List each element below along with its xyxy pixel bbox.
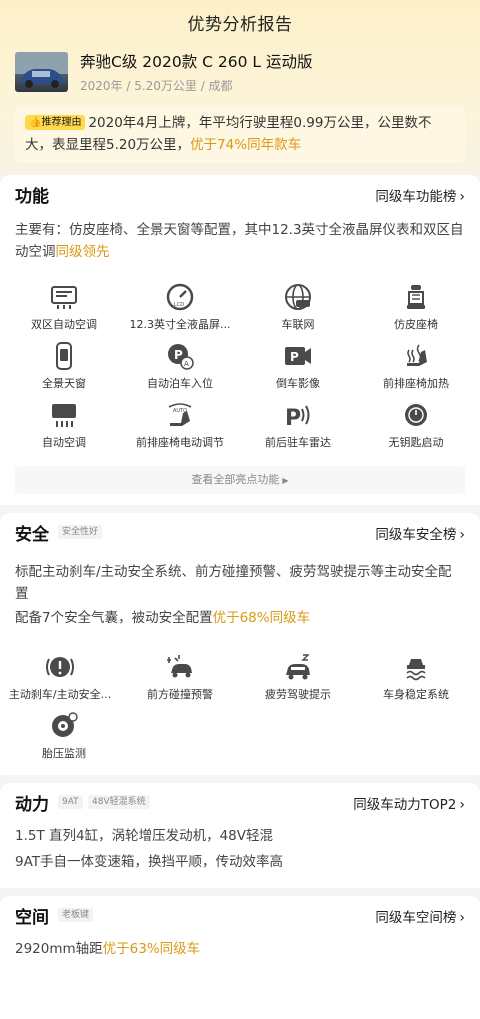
- chevron-right-icon: ›: [459, 527, 465, 543]
- space-tag: 老板键: [58, 908, 94, 922]
- keyless-start-icon: [401, 401, 431, 429]
- features-title: 功能: [15, 187, 49, 207]
- auto-park-icon: PA: [165, 342, 195, 370]
- safety-desc-active: 标配主动刹车/主动安全系统、前方碰撞预警、疲劳驾驶提示等主动安全配置: [15, 564, 452, 602]
- car-thumbnail[interactable]: [15, 52, 68, 92]
- power-tag-gearbox: 9AT: [58, 795, 83, 809]
- reason-highlight: 优于74%同年款车: [190, 137, 302, 153]
- feature-item[interactable]: AUTO 前排座椅电动调节: [120, 401, 240, 450]
- fatigue-alert-icon: [283, 653, 313, 681]
- connected-car-icon: [283, 283, 313, 311]
- leather-seat-icon: [401, 283, 431, 311]
- feature-item[interactable]: 仿皮座椅: [356, 283, 476, 332]
- active-brake-icon: [45, 653, 75, 681]
- parking-radar-icon: P: [283, 401, 313, 431]
- lcd-gauge-icon: LCD: [165, 283, 195, 311]
- collision-warning-icon: [165, 653, 195, 681]
- feature-item[interactable]: 自动空调: [4, 401, 124, 450]
- svg-text:A: A: [184, 360, 189, 368]
- power-desc-transmission: 9AT手自一体变速箱，换挡平顺，传动效率高: [15, 854, 284, 870]
- features-rank-link[interactable]: 同级车功能榜 ›: [375, 185, 465, 205]
- space-rank-link[interactable]: 同级车空间榜 ›: [375, 906, 465, 926]
- view-all-features-button[interactable]: 查看全部亮点功能 ▶: [15, 466, 465, 494]
- feature-item[interactable]: LCD 12.3英寸全液晶屏...: [120, 283, 240, 332]
- power-header: 动力 9AT 48V轻混系统 同级车动力TOP2 ›: [15, 783, 465, 823]
- safety-desc-passive: 配备7个安全气囊，被动安全配置优于68%同级车: [15, 610, 311, 626]
- feature-item[interactable]: P 前后驻车雷达: [238, 401, 358, 450]
- feature-item[interactable]: 车联网: [238, 283, 358, 332]
- space-title: 空间: [15, 908, 49, 928]
- safety-item[interactable]: 车身稳定系统: [356, 653, 476, 702]
- feature-item[interactable]: PA 自动泊车入位: [120, 342, 240, 391]
- feature-item[interactable]: 双区自动空调: [4, 283, 124, 332]
- feature-item[interactable]: 全景天窗: [4, 342, 124, 391]
- safety-item[interactable]: 主动刹车/主动安全...: [0, 653, 120, 702]
- space-card: 空间 老板键 同级车空间榜 › 2920mm轴距优于63%同级车: [0, 896, 480, 1019]
- recommend-reason: 👍推荐理由 2020年4月上牌，年平均行驶里程0.99万公里，公里数不大，表显里程…: [15, 105, 465, 163]
- header-area: 优势分析报告 奔驰C级 2020款 C 260 L 运动版 2020年 / 5.…: [0, 0, 480, 175]
- svg-text:LCD: LCD: [174, 302, 184, 308]
- safety-header: 安全 安全性好 同级车安全榜 ›: [15, 513, 465, 553]
- features-desc: 主要有：仿皮座椅、全景天窗等配置，其中12.3英寸全液晶屏仪表和双区自动空调同级…: [15, 222, 464, 260]
- space-header: 空间 老板键 同级车空间榜 ›: [15, 896, 465, 936]
- triangle-right-icon: ▶: [282, 476, 289, 485]
- space-desc: 2920mm轴距优于63%同级车: [15, 941, 201, 957]
- recommend-badge: 👍推荐理由: [25, 115, 86, 130]
- power-desc-engine: 1.5T 直列4缸，涡轮增压发动机，48V轻混: [15, 828, 274, 844]
- power-card: 动力 9AT 48V轻混系统 同级车动力TOP2 › 1.5T 直列4缸，涡轮增压…: [0, 783, 480, 888]
- safety-item[interactable]: 胎压监测: [4, 712, 124, 761]
- feature-item[interactable]: 前排座椅加热: [356, 342, 476, 391]
- safety-item[interactable]: 疲劳驾驶提示: [238, 653, 358, 702]
- reverse-camera-icon: P: [283, 342, 313, 370]
- power-tag-hybrid: 48V轻混系统: [88, 795, 150, 809]
- section-divider: [0, 505, 480, 513]
- stability-control-icon: [401, 653, 431, 681]
- safety-rank-link[interactable]: 同级车安全榜 ›: [375, 523, 465, 543]
- auto-ac-icon: [49, 401, 79, 429]
- features-card: 功能 同级车功能榜 › 主要有：仿皮座椅、全景天窗等配置，其中12.3英寸全液晶屏…: [0, 175, 480, 505]
- features-header: 功能 同级车功能榜 ›: [15, 175, 465, 215]
- section-divider: [0, 888, 480, 896]
- power-seat-icon: AUTO: [165, 401, 195, 429]
- panoramic-roof-icon: [49, 342, 79, 370]
- car-summary[interactable]: 奔驰C级 2020款 C 260 L 运动版 2020年 / 5.20万公里 /…: [15, 50, 465, 96]
- chevron-right-icon: ›: [459, 910, 465, 926]
- seat-heat-icon: [401, 342, 431, 370]
- chevron-right-icon: ›: [459, 797, 465, 813]
- car-meta: 2020年 / 5.20万公里 / 成都: [80, 79, 233, 93]
- safety-item[interactable]: 前方碰撞预警: [120, 653, 240, 702]
- svg-text:P: P: [285, 406, 301, 429]
- tire-pressure-icon: [49, 712, 79, 740]
- thumb-up-icon: 👍: [29, 117, 42, 128]
- section-divider: [0, 775, 480, 783]
- chevron-right-icon: ›: [459, 189, 465, 205]
- safety-tag: 安全性好: [58, 525, 103, 539]
- svg-text:P: P: [290, 350, 299, 364]
- feature-item[interactable]: 无钥匙启动: [356, 401, 476, 450]
- feature-item[interactable]: P 倒车影像: [238, 342, 358, 391]
- page-title: 优势分析报告: [187, 15, 293, 35]
- car-name: 奔驰C级 2020款 C 260 L 运动版: [80, 53, 313, 71]
- dual-ac-icon: [49, 283, 79, 311]
- safety-card: 安全 安全性好 同级车安全榜 › 标配主动刹车/主动安全系统、前方碰撞预警、疲劳驾…: [0, 513, 480, 775]
- power-rank-link[interactable]: 同级车动力TOP2 ›: [353, 793, 465, 813]
- power-title: 动力: [15, 795, 49, 815]
- safety-title: 安全: [15, 525, 49, 545]
